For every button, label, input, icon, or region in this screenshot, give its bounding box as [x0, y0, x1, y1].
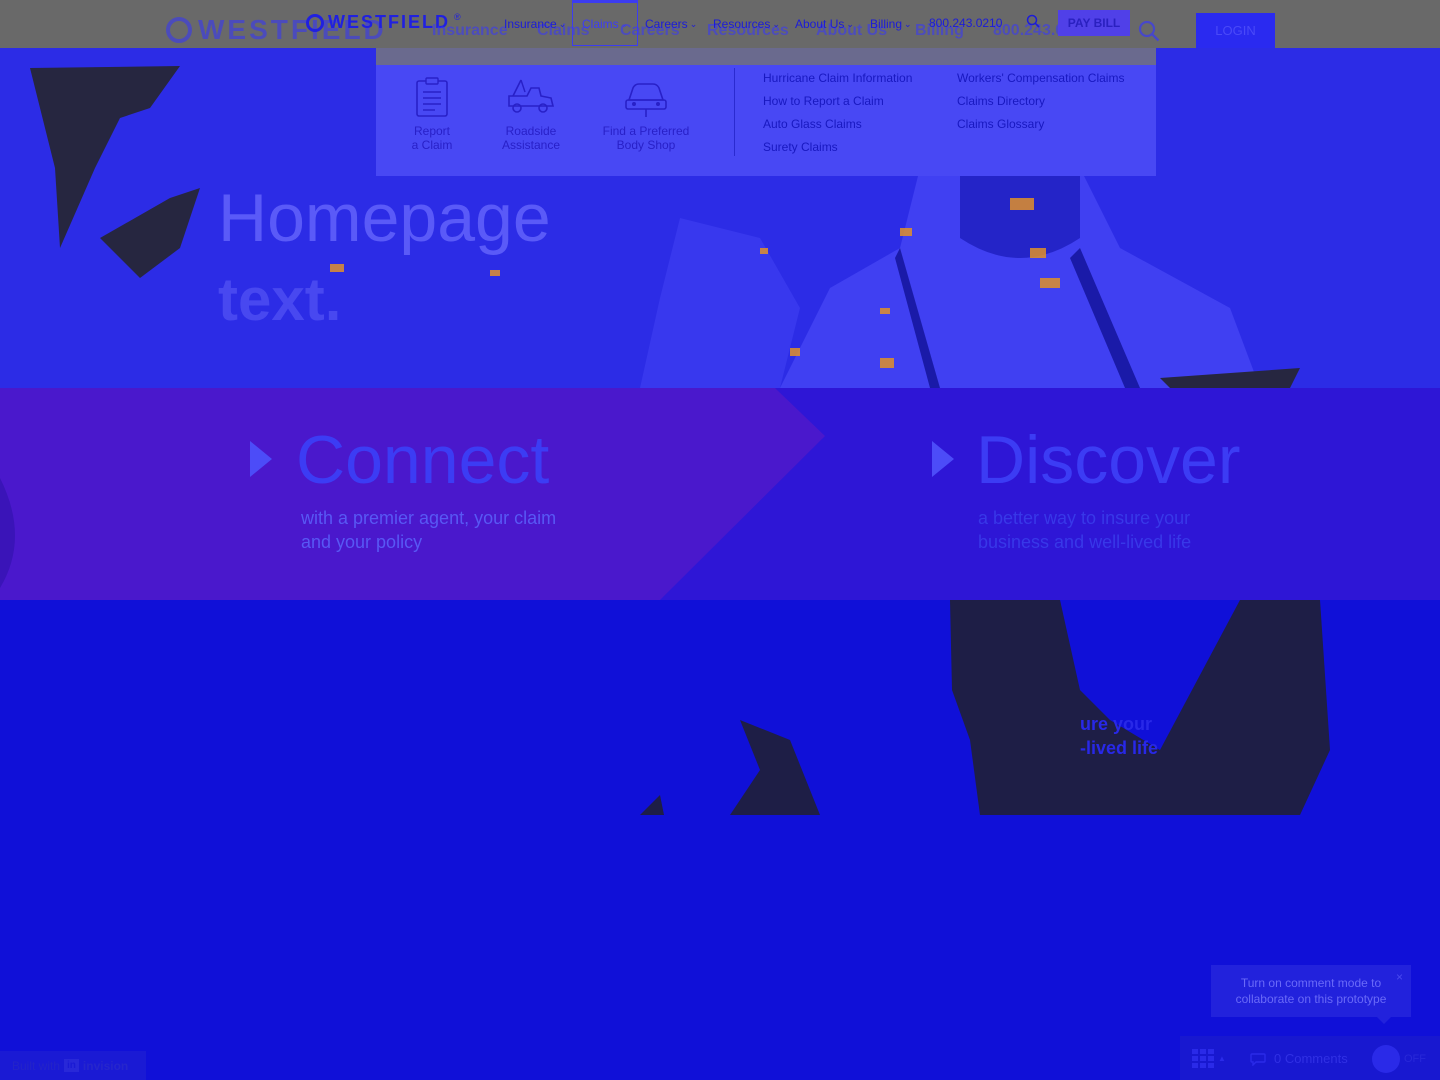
- search-icon[interactable]: [1138, 20, 1160, 42]
- comment-icon[interactable]: [1250, 1053, 1266, 1066]
- top-navigation-bar: WESTFIELD WESTFIELD ® Insurance Claims C…: [0, 0, 1440, 48]
- lower-text: ure your -lived life: [1080, 712, 1158, 760]
- link-hurricane-claim-information[interactable]: Hurricane Claim Information: [763, 71, 912, 85]
- chevron-down-icon: ⌄: [620, 18, 629, 29]
- car-icon: [625, 83, 667, 117]
- discover-title: Discover: [976, 422, 1241, 498]
- clipboard-icon: [416, 77, 448, 117]
- hero-subtitle: text.: [218, 266, 342, 333]
- link-how-to-report-a-claim[interactable]: How to Report a Claim: [763, 94, 884, 108]
- nav-label: Careers: [645, 17, 688, 31]
- tooltip-text: Turn on comment mode to collaborate on t…: [1235, 976, 1387, 1006]
- link-claims-glossary[interactable]: Claims Glossary: [957, 117, 1044, 131]
- nav-about-us[interactable]: About Us ⌄: [795, 16, 854, 32]
- dropdown-divider: [734, 68, 735, 156]
- nav-claims[interactable]: Claims ⌄: [582, 16, 628, 32]
- tooltip-pointer: [1376, 1016, 1392, 1024]
- close-icon[interactable]: ×: [1396, 969, 1403, 985]
- chevron-down-icon: ⌄: [558, 18, 567, 29]
- chevron-down-icon: ⌄: [846, 18, 854, 29]
- phone-link[interactable]: 800.243.0210: [929, 16, 1002, 30]
- tile-label-line1: Report: [413, 124, 451, 138]
- nav-billing[interactable]: Billing ⌄: [870, 16, 912, 32]
- connect-text-line1: with a premier agent, your claim: [301, 508, 557, 528]
- discover-text-line1: a better way to insure your: [978, 508, 1191, 528]
- link-surety-claims[interactable]: Surety Claims: [763, 140, 838, 154]
- lower-text-line1: ure your: [1080, 714, 1153, 734]
- nav-ghost-insurance: Insurance: [432, 22, 508, 39]
- chevron-down-icon: ⌄: [772, 18, 780, 29]
- lower-photo-fragment: [640, 600, 1330, 815]
- discover-text-line2: business and well-lived life: [978, 532, 1192, 552]
- chevron-down-icon: ⌄: [689, 18, 698, 29]
- preferred-body-shop-tile[interactable]: Find a Preferred Body Shop: [598, 76, 694, 152]
- nav-label: Insurance: [504, 17, 557, 31]
- comments-count[interactable]: 0 Comments: [1274, 1051, 1348, 1066]
- nav-label: Billing: [870, 17, 903, 31]
- play-arrow-icon: [250, 441, 272, 477]
- built-with-label: Built with: [12, 1058, 61, 1073]
- link-claims-directory[interactable]: Claims Directory: [957, 94, 1045, 108]
- play-arrow-icon: [932, 441, 954, 477]
- nav-careers[interactable]: Careers ⌄: [645, 16, 697, 32]
- link-workers-compensation-claims[interactable]: Workers' Compensation Claims: [957, 71, 1124, 85]
- connect-text-line2: and your policy: [301, 532, 423, 552]
- claims-dropdown-menu: Report a Claim Roadside Assistance Find …: [376, 48, 1156, 176]
- nav-label: About Us: [795, 17, 845, 31]
- pay-bill-button[interactable]: PAY BILL: [1058, 10, 1130, 36]
- caret-up-icon[interactable]: ▲: [1218, 1054, 1226, 1063]
- chevron-down-icon: ⌄: [904, 18, 912, 29]
- logo-registered-mark: ®: [454, 11, 461, 22]
- built-with-invision[interactable]: Built with in invision: [0, 1051, 146, 1080]
- nav-label: Claims: [582, 17, 619, 31]
- roadside-assistance-tile[interactable]: Roadside Assistance: [496, 76, 566, 152]
- search-icon[interactable]: [1026, 14, 1040, 28]
- nav-insurance[interactable]: Insurance ⌄: [504, 16, 566, 32]
- logo-mark-icon: [306, 13, 324, 32]
- dropdown-header-strip: [376, 48, 1156, 65]
- tile-label-line1: Roadside: [505, 124, 557, 138]
- tile-label-line2: a Claim: [411, 138, 453, 152]
- tile-label-line2: Assistance: [501, 138, 561, 152]
- tow-truck-icon: [508, 79, 555, 113]
- nav-resources[interactable]: Resources ⌄: [713, 16, 780, 32]
- lower-text-line2: -lived life: [1080, 738, 1159, 758]
- comment-mode-tooltip: × Turn on comment mode to collaborate on…: [1211, 965, 1411, 1017]
- invision-logo-icon: in: [64, 1059, 79, 1072]
- report-claim-tile[interactable]: Report a Claim: [406, 76, 458, 152]
- tile-label-line1: Find a Preferred: [602, 124, 690, 138]
- nav-label: Resources: [713, 17, 771, 31]
- invision-brand: invision: [82, 1058, 129, 1073]
- hero-title: Homepage: [218, 180, 551, 256]
- link-auto-glass-claims[interactable]: Auto Glass Claims: [763, 117, 862, 131]
- grid-menu-icon[interactable]: [1192, 1049, 1214, 1069]
- logo-mark-icon: [166, 17, 192, 43]
- page: Homepage text. WESTFIELD WESTFIELD ® Ins…: [0, 0, 1440, 1080]
- tile-label-line2: Body Shop: [616, 138, 676, 152]
- connect-title: Connect: [296, 422, 550, 498]
- comment-mode-toggle-label: OFF: [1404, 1053, 1426, 1065]
- login-button[interactable]: LOGIN: [1196, 13, 1275, 48]
- comment-mode-toggle[interactable]: [1372, 1045, 1400, 1073]
